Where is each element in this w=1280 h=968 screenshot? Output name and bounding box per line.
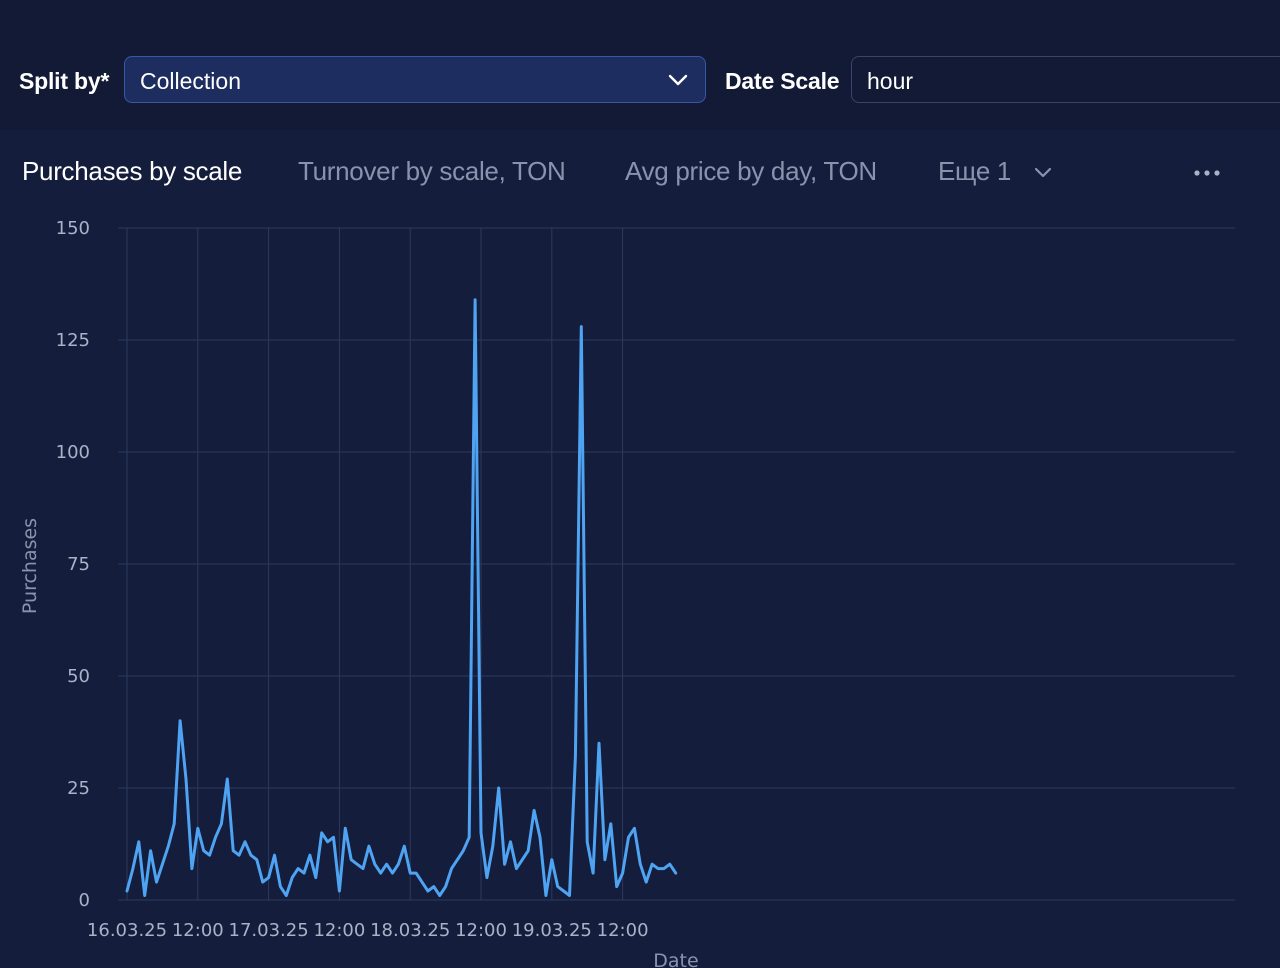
chart-tabs: Purchases by scale Turnover by scale, TO… — [0, 150, 1280, 196]
x-tick-label: 12:00 — [313, 920, 365, 941]
y-tick-label: 125 — [56, 330, 90, 351]
split-by-select[interactable]: Collection — [124, 56, 706, 103]
series-line — [125, 298, 678, 897]
date-scale-input[interactable]: hour — [851, 56, 1280, 103]
x-tick-label: 12:00 — [172, 920, 224, 941]
grid — [118, 227, 1235, 901]
x-tick-label: 19.03.25 — [512, 920, 592, 941]
x-axis-title: Date — [653, 950, 698, 968]
chevron-down-icon — [668, 74, 688, 86]
filter-bar: Split by* Collection Date Scale hour — [0, 0, 1280, 130]
date-scale-value: hour — [867, 68, 914, 94]
y-tick-label: 0 — [79, 890, 90, 911]
x-axis-ticks: 16.03.25 12:00 17.03.25 12:00 18.03.25 12:00 1… — [87, 920, 649, 941]
tab-more[interactable]: Еще 1 — [938, 156, 1011, 187]
split-by-value: Collection — [140, 68, 241, 94]
y-axis-title: Purchases — [19, 518, 41, 614]
split-by-label: Split by* — [19, 68, 110, 94]
y-tick-label: 100 — [56, 442, 90, 463]
x-tick-label: 16.03.25 — [87, 920, 167, 941]
y-tick-label: 50 — [67, 666, 90, 687]
tab-purchases-by-scale[interactable]: Purchases by scale — [22, 156, 242, 187]
series — [125, 298, 678, 897]
more-options-icon[interactable] — [1192, 168, 1224, 178]
y-tick-label: 25 — [67, 778, 90, 799]
tab-avg-price-by-day[interactable]: Avg price by day, TON — [625, 156, 877, 187]
tab-turnover-by-scale[interactable]: Turnover by scale, TON — [298, 156, 566, 187]
purchases-line-chart: 0255075100125150 16.03.25 12:00 17.03.25 12… — [19, 218, 1235, 968]
date-scale-label: Date Scale — [725, 68, 840, 94]
x-tick-label: 18.03.25 — [370, 920, 450, 941]
x-tick-label: 12:00 — [455, 920, 507, 941]
y-tick-label: 75 — [67, 554, 90, 575]
y-tick-label: 150 — [56, 218, 90, 239]
chevron-down-icon[interactable] — [1033, 166, 1053, 180]
x-tick-label: 12:00 — [597, 920, 649, 941]
y-axis-ticks: 0 25 50 75 100 125 150 — [56, 218, 90, 911]
x-tick-label: 17.03.25 — [229, 920, 309, 941]
